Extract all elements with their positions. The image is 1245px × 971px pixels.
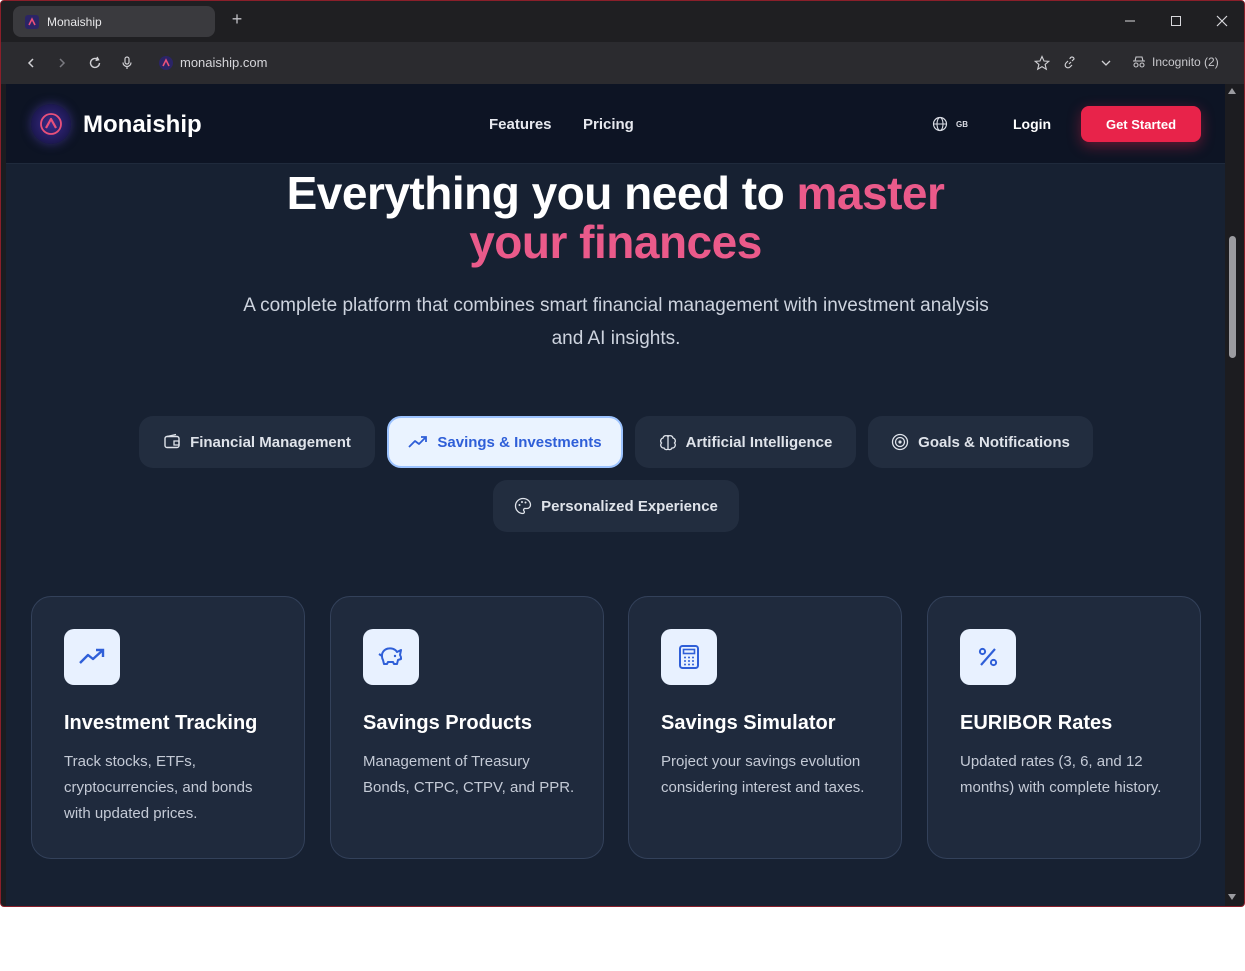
card-description: Management of Treasury Bonds, CTPC, CTPV… [363, 753, 575, 796]
card-description: Project your savings evolution consideri… [661, 753, 865, 796]
card-investment-tracking: Investment Tracking Track stocks, ETFs, … [31, 596, 305, 859]
tab-title: Monaiship [47, 14, 102, 29]
card-euribor-rates: EURIBOR Rates Updated rates (3, 6, and 1… [927, 596, 1201, 859]
star-bookmark-icon[interactable] [1030, 51, 1054, 75]
hero-title-plain: Everything you need to [286, 167, 797, 219]
login-link[interactable]: Login [1013, 116, 1051, 132]
tab-artificial-intelligence[interactable]: Artificial Intelligence [635, 416, 856, 468]
url-favicon-icon [159, 56, 173, 70]
hero-subtitle: A complete platform that combines smart … [243, 295, 989, 349]
trending-up-icon [408, 436, 428, 448]
address-toolbar: monaiship.com Incognito (2) [1, 42, 1244, 84]
site-header: Monaiship Features Pricing GB Login Get … [6, 84, 1225, 164]
brain-icon [659, 435, 676, 451]
close-icon[interactable] [1210, 9, 1234, 33]
tab-label: Financial Management [190, 433, 351, 451]
tab-goals-notifications[interactable]: Goals & Notifications [868, 416, 1093, 468]
tab-label: Savings & Investments [437, 433, 602, 451]
card-description: Updated rates (3, 6, and 12 months) with… [960, 753, 1162, 796]
browser-tab[interactable]: Monaiship [13, 6, 215, 37]
tab-label: Goals & Notifications [918, 433, 1070, 451]
tab-financial-management[interactable]: Financial Management [139, 416, 375, 468]
incognito-icon [1133, 56, 1145, 68]
page-viewport: Monaiship Features Pricing GB Login Get … [6, 84, 1225, 906]
back-arrow-icon[interactable] [19, 51, 43, 75]
new-tab-plus-icon[interactable]: + [227, 9, 247, 30]
incognito-indicator[interactable]: Incognito (2) [1132, 55, 1219, 69]
maximize-icon[interactable] [1164, 9, 1188, 33]
minimize-icon[interactable] [1118, 9, 1142, 33]
scroll-down-arrow-icon[interactable] [1228, 894, 1236, 900]
card-savings-simulator: Savings Simulator Project your savings e… [628, 596, 902, 859]
tab-label: Personalized Experience [541, 497, 718, 515]
site-favicon-icon [25, 14, 39, 29]
trending-up-icon [64, 629, 120, 685]
percent-icon [960, 629, 1016, 685]
get-started-button[interactable]: Get Started [1081, 106, 1201, 142]
card-title: Savings Simulator [661, 712, 836, 734]
palette-icon [515, 497, 532, 515]
scroll-up-arrow-icon[interactable] [1228, 88, 1236, 94]
wallet-icon [164, 433, 180, 449]
calculator-icon [661, 629, 717, 685]
url-field[interactable]: monaiship.com [180, 55, 267, 70]
reload-icon[interactable] [83, 51, 107, 75]
card-title: Investment Tracking [64, 712, 258, 734]
incognito-label: Incognito (2) [1152, 55, 1219, 69]
globe-icon [932, 116, 948, 132]
nav-pricing-link[interactable]: Pricing [583, 116, 634, 133]
language-selector[interactable]: GB [932, 116, 968, 132]
language-code: GB [956, 119, 968, 129]
logo-icon[interactable] [31, 104, 71, 144]
tab-savings-investments[interactable]: Savings & Investments [387, 416, 623, 468]
tab-personalized-experience[interactable]: Personalized Experience [493, 480, 739, 532]
card-title: Savings Products [363, 712, 532, 734]
title-bar: Monaiship + [1, 1, 1244, 42]
piggy-bank-icon [363, 629, 419, 685]
microphone-icon[interactable] [115, 51, 139, 75]
hero-title: Everything you need to master your finan… [6, 169, 1225, 267]
nav-features-link[interactable]: Features [489, 116, 552, 133]
brand-name[interactable]: Monaiship [83, 111, 202, 139]
card-title: EURIBOR Rates [960, 712, 1113, 734]
card-savings-products: Savings Products Management of Treasury … [330, 596, 604, 859]
chevron-down-icon[interactable] [1094, 51, 1118, 75]
card-description: Track stocks, ETFs, cryptocurrencies, an… [64, 753, 253, 822]
target-icon [892, 433, 909, 451]
browser-window: Monaiship + monaiship.com Incognito (2) … [0, 0, 1245, 907]
vertical-scrollbar[interactable] [1225, 84, 1240, 906]
hero-title-accent-1: master [796, 167, 945, 219]
forward-arrow-icon[interactable] [50, 51, 74, 75]
link-share-icon[interactable] [1058, 51, 1082, 75]
tab-label: Artificial Intelligence [685, 433, 833, 451]
scrollbar-thumb[interactable] [1229, 236, 1236, 358]
hero-title-accent-2: your finances [469, 216, 762, 268]
